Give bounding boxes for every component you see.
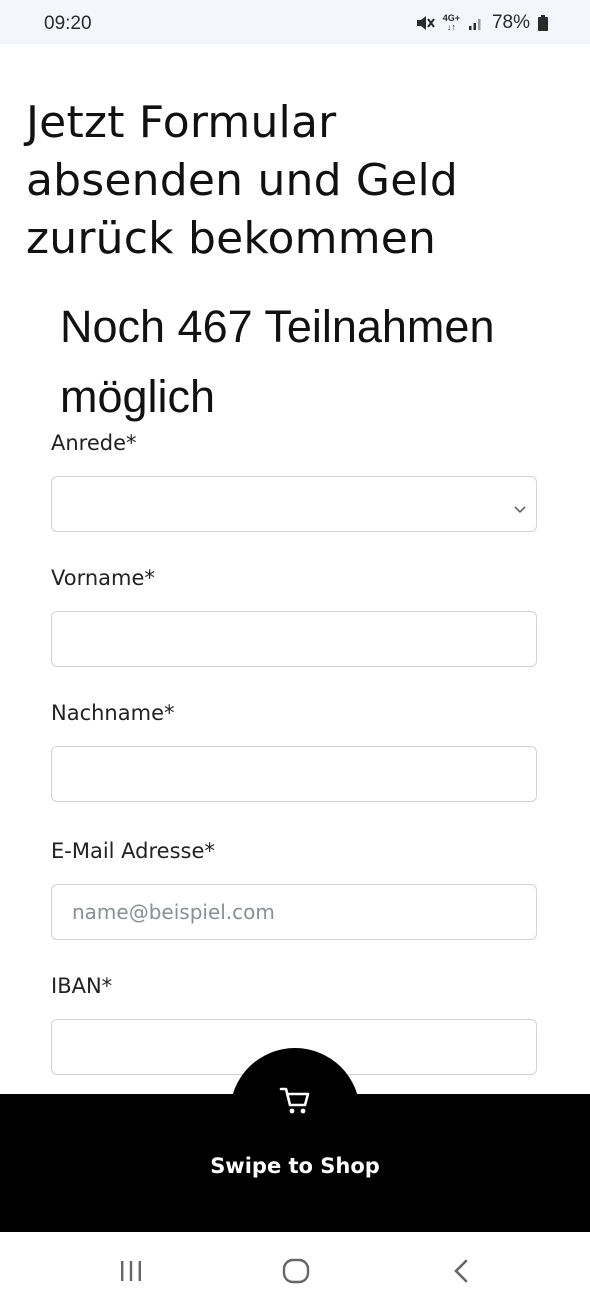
status-icons: 4G+ ↓↑ 78% xyxy=(415,12,548,34)
home-icon[interactable] xyxy=(282,1258,310,1288)
email-label: E-Mail Adresse* xyxy=(51,839,215,863)
email-input[interactable] xyxy=(52,885,536,939)
status-bar: 09:20 4G+ ↓↑ 78% xyxy=(0,0,590,44)
network-activity: ↓↑ xyxy=(446,22,456,32)
chevron-down-icon xyxy=(513,499,527,518)
last-name-input[interactable] xyxy=(52,747,536,801)
signal-icon xyxy=(468,15,484,31)
navigation-bar xyxy=(0,1232,590,1311)
battery-icon xyxy=(538,15,548,31)
screen: 09:20 4G+ ↓↑ 78% Jetzt Formular absenden… xyxy=(0,0,590,1311)
status-time: 09:20 xyxy=(44,13,92,34)
swipe-to-shop-label: Swipe to Shop xyxy=(210,1154,380,1178)
last-name-field[interactable] xyxy=(51,746,537,802)
first-name-input[interactable] xyxy=(52,612,536,666)
network-type: 4G+ ↓↑ xyxy=(443,14,460,32)
cart-icon[interactable] xyxy=(278,1084,312,1120)
back-icon[interactable] xyxy=(450,1258,472,1288)
iban-label: IBAN* xyxy=(51,974,113,998)
battery-percent: 78% xyxy=(491,12,530,33)
recent-apps-icon[interactable] xyxy=(118,1258,144,1288)
participation-counter: Noch 467 Teilnahmen möglich xyxy=(60,301,495,422)
first-name-field[interactable] xyxy=(51,611,537,667)
salutation-select[interactable] xyxy=(51,476,537,532)
first-name-label: Vorname* xyxy=(51,566,155,590)
salutation-label: Anrede* xyxy=(51,431,137,455)
email-field[interactable] xyxy=(51,884,537,940)
page-title: Jetzt Formular absenden und Geld zurück … xyxy=(26,97,459,264)
last-name-label: Nachname* xyxy=(51,701,175,725)
mute-icon xyxy=(415,14,435,32)
